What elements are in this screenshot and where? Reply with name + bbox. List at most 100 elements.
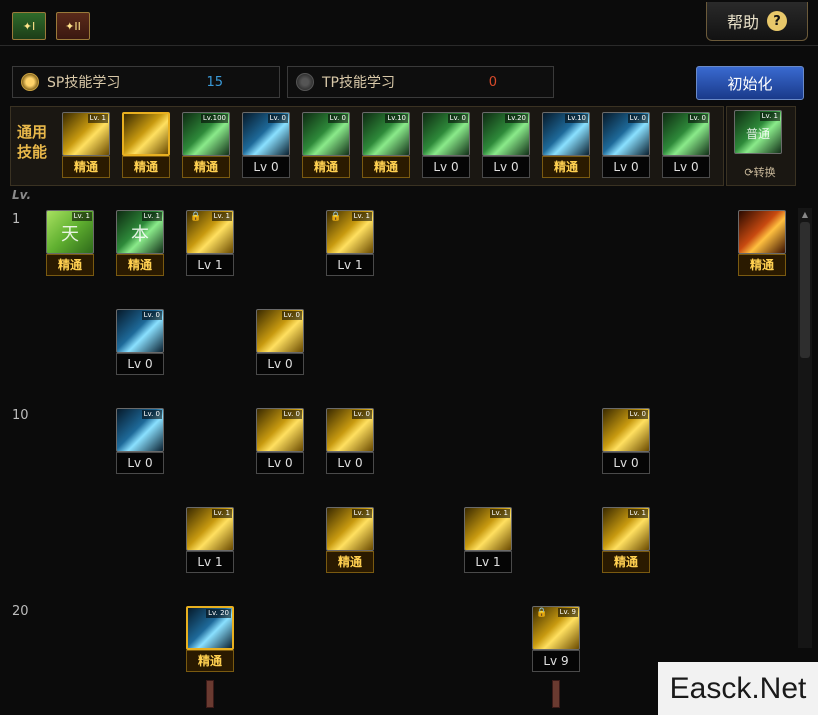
skill-level-label: Lv 1 [464, 551, 512, 573]
skill-slot[interactable]: Lv. 1 Lv 1 [464, 507, 512, 575]
flame-skill-icon [738, 210, 786, 254]
switch-button[interactable]: ⟳转换 [729, 164, 791, 180]
skill-slot[interactable]: Lv.20 Lv 0 [482, 112, 530, 180]
lock-icon: 🔒 [190, 212, 202, 222]
skill-level-tag: Lv. 9 [557, 608, 578, 617]
scrollbar-thumb[interactable] [800, 222, 810, 358]
target2-skill-icon: Lv.10 [362, 112, 410, 156]
skill-level-tag: Lv. 0 [141, 311, 162, 320]
row-level-label: 10 [12, 408, 29, 423]
skill-slot[interactable]: Lv. 1 本精通 [116, 210, 164, 278]
skill-slot[interactable]: Lv. 0 Lv 0 [662, 112, 710, 180]
target-skill-icon: Lv. 0 [302, 112, 350, 156]
skill-level-label: Lv 0 [256, 452, 304, 474]
skill-slot[interactable]: Lv. 0 Lv 0 [256, 408, 304, 476]
skill-slot[interactable]: Lv. 0 Lv 0 [116, 309, 164, 377]
skill-slot[interactable]: Lv. 0 Lv 0 [602, 408, 650, 476]
skill-tree-1-icon: ✦ [22, 19, 32, 33]
skill-level-tag: Lv. 1 [87, 114, 108, 123]
skill-slot[interactable]: Lv.10 精通 [542, 112, 590, 180]
warrior-skill-icon: Lv. 0 [602, 408, 650, 452]
skill-level-label: Lv 0 [116, 353, 164, 375]
help-icon: ? [767, 11, 787, 31]
skill-level-tag: Lv. 1 [627, 509, 648, 518]
skill-slot[interactable]: Lv. 0 Lv 0 [116, 408, 164, 476]
sp-value: 15 [206, 74, 223, 90]
skill-level-label: 精通 [362, 156, 410, 178]
claw-skill-icon: Lv. 0 [256, 408, 304, 452]
sp-radio-icon[interactable] [21, 73, 39, 91]
hand-skill-icon: Lv. 0 [116, 309, 164, 353]
skill-slot[interactable]: Lv.100 精通 [182, 112, 230, 180]
skill-slot[interactable]: Lv. 0 精通 [302, 112, 350, 180]
common-skills-label: 通用技能 [16, 123, 47, 161]
skill-level-label: Lv 1 [186, 551, 234, 573]
skill-slot[interactable]: Lv. 0 Lv 0 [602, 112, 650, 180]
watermark: Easck.Net [658, 662, 818, 715]
tab-2-label: II [74, 19, 81, 33]
help-button[interactable]: 帮助 ? [706, 2, 808, 41]
skill-level-label: 精通 [326, 551, 374, 573]
skill-level-label: 精通 [186, 650, 234, 672]
fighter2-skill-icon: Lv.20 [482, 112, 530, 156]
body-skill-icon: Lv. 0 [602, 112, 650, 156]
skill-level-tag: Lv. 0 [351, 410, 372, 419]
skill-level-label: 精通 [542, 156, 590, 178]
skill-slot[interactable]: 🔒 Lv. 1 Lv 1 [186, 210, 234, 278]
skill-slot[interactable]: 🔒 Lv. 9 Lv 9 [532, 606, 580, 674]
tp-skill-learning[interactable]: TP技能学习 0 [287, 66, 554, 98]
skill-slot[interactable]: Lv. 1 精通 [62, 112, 110, 180]
row-level-label: 20 [12, 604, 29, 619]
row-level-label: 1 [12, 212, 21, 227]
help-label: 帮助 [726, 13, 759, 32]
skill-tab-2[interactable]: ✦ II [56, 12, 90, 40]
eye-skill-icon: Lv.10 [542, 112, 590, 156]
skill-level-label: Lv 0 [256, 353, 304, 375]
skill-slot[interactable]: Lv. 0 Lv 0 [326, 408, 374, 476]
skill-slot[interactable]: 精通 [122, 112, 170, 180]
cross-skill-icon: Lv. 0 [116, 408, 164, 452]
skill-slot[interactable]: Lv. 1 精通 [602, 507, 650, 575]
skill-slot[interactable]: Lv. 1 精通 [326, 507, 374, 575]
skill-level-tag: Lv. 0 [141, 410, 162, 419]
skill-level-tag: Lv. 0 [447, 114, 468, 123]
skill-icon-text: 天 [61, 224, 79, 245]
skill-level-label: Lv 0 [116, 452, 164, 474]
reset-button[interactable]: 初始化 [696, 66, 804, 100]
tp-radio-icon[interactable] [296, 73, 314, 91]
skill-level-tag: Lv. 1 [211, 212, 232, 221]
skill-level-tag: Lv. 0 [327, 114, 348, 123]
crescent-skill-icon: 🔒 Lv. 1 [326, 210, 374, 254]
skill-slot[interactable]: Lv. 0 Lv 0 [242, 112, 290, 180]
sp-skill-learning[interactable]: SP技能学习 15 [12, 66, 280, 98]
skill-level-tag: Lv.20 [505, 114, 528, 123]
refresh-icon: ⟳ [744, 166, 754, 179]
skill-slot[interactable]: Lv. 1 Lv 1 [186, 507, 234, 575]
skill-level-tag: Lv. 1 [351, 212, 372, 221]
skill-slot[interactable]: Lv. 1 天精通 [46, 210, 94, 278]
tab-1-label: I [31, 19, 36, 33]
skill-slot[interactable]: 精通 [738, 210, 786, 278]
skill-slot[interactable]: 🔒 Lv. 1 Lv 1 [326, 210, 374, 278]
switch-skill-text: 普通 [745, 127, 770, 141]
skill-slot[interactable]: Lv. 0 Lv 0 [422, 112, 470, 180]
skill-tab-1[interactable]: ✦ I [12, 12, 46, 40]
skill-slot[interactable]: Lv. 20 精通 [186, 606, 234, 674]
switch-label: 转换 [753, 166, 776, 179]
dash-skill-icon: Lv. 0 [662, 112, 710, 156]
skill-level-tag: Lv.100 [200, 114, 228, 123]
skill-slot[interactable]: Lv.10 精通 [362, 112, 410, 180]
lock-icon: 🔒 [536, 608, 548, 618]
book-skill-icon: Lv. 1本 [116, 210, 164, 254]
skill-slot[interactable]: Lv. 0 Lv 0 [256, 309, 304, 377]
scroll-up-arrow-icon[interactable]: ▲ [800, 210, 810, 220]
skill-level-label: Lv 0 [662, 156, 710, 178]
skill-level-label: 精通 [46, 254, 94, 276]
skill-level-tag: Lv. 0 [687, 114, 708, 123]
skill-level-label: Lv 0 [326, 452, 374, 474]
skill-level-label: 精通 [62, 156, 110, 178]
burst-skill-icon: Lv. 0 [256, 309, 304, 353]
sp-label: SP技能学习 [47, 75, 121, 91]
normal-skill-icon: Lv. 1 普通 [734, 110, 782, 154]
tp-label: TP技能学习 [322, 75, 395, 91]
